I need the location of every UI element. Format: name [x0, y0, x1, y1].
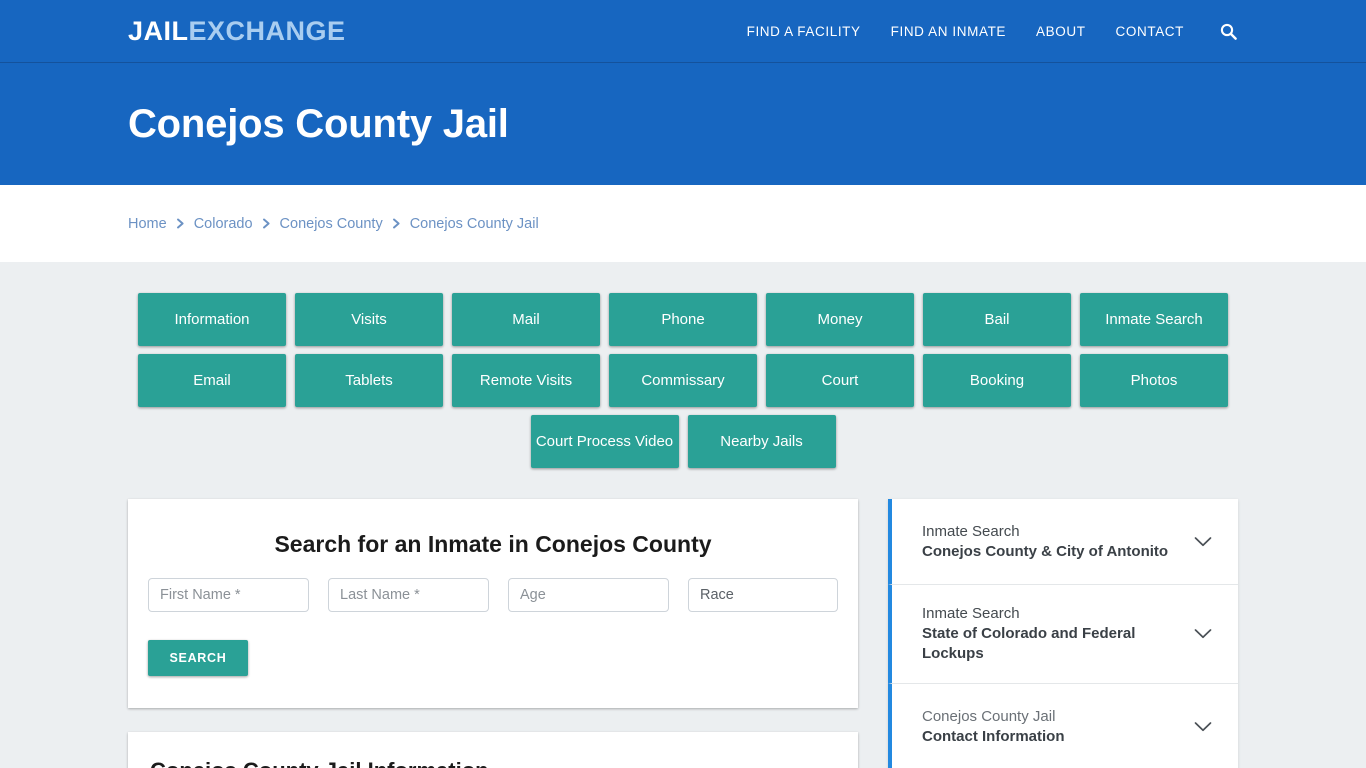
section-button-inmate-search[interactable]: Inmate Search	[1080, 293, 1228, 346]
jail-information-heading: Conejos County Jail Information	[150, 758, 836, 768]
nav-item-contact[interactable]: CONTACT	[1116, 24, 1184, 39]
inmate-search-submit-button[interactable]: SEARCH	[148, 640, 248, 676]
chevron-down-icon[interactable]	[1194, 536, 1212, 548]
inmate-search-card: Search for an Inmate in Conejos County R…	[128, 499, 858, 708]
section-button-phone[interactable]: Phone	[609, 293, 757, 346]
section-button-nearby-jails[interactable]: Nearby Jails	[687, 415, 836, 468]
breadcrumb-bar: Home Colorado Conejos County Conejos Cou…	[0, 185, 1366, 262]
accordion-item-inmate-search-state[interactable]: Inmate Search State of Colorado and Fede…	[888, 585, 1238, 684]
section-button-photos[interactable]: Photos	[1080, 354, 1228, 407]
accordion-item-line1: Inmate Search	[922, 522, 1020, 540]
breadcrumb: Home Colorado Conejos County Conejos Cou…	[128, 216, 539, 232]
content-columns: Search for an Inmate in Conejos County R…	[128, 499, 1238, 768]
facility-section-buttons: Information Visits Mail Phone Money Bail…	[128, 293, 1238, 468]
sidebar-accordion: Inmate Search Conejos County & City of A…	[888, 499, 1238, 768]
first-name-input[interactable]	[148, 578, 309, 612]
age-input[interactable]	[508, 578, 669, 612]
search-icon[interactable]	[1218, 21, 1238, 41]
section-button-visits[interactable]: Visits	[295, 293, 443, 346]
chevron-right-icon	[176, 218, 185, 229]
section-button-remote-visits[interactable]: Remote Visits	[452, 354, 600, 407]
site-logo[interactable]: JAILEXCHANGE	[128, 15, 346, 46]
section-button-bail[interactable]: Bail	[923, 293, 1071, 346]
page-banner: Conejos County Jail	[0, 63, 1366, 185]
nav-item-find-an-inmate[interactable]: FIND AN INMATE	[891, 24, 1006, 39]
breadcrumb-item-colorado[interactable]: Colorado	[194, 216, 253, 232]
accordion-item-line2: Contact Information	[922, 728, 1065, 745]
accordion-item-contact-information[interactable]: Conejos County Jail Contact Information	[888, 684, 1238, 768]
accordion-item-inmate-search-county[interactable]: Inmate Search Conejos County & City of A…	[888, 499, 1238, 585]
section-button-court-process-video[interactable]: Court Process Video	[530, 415, 679, 468]
section-button-booking[interactable]: Booking	[923, 354, 1071, 407]
race-select[interactable]: Race	[688, 578, 838, 612]
section-button-mail[interactable]: Mail	[452, 293, 600, 346]
breadcrumb-item-conejos-county-jail[interactable]: Conejos County Jail	[410, 216, 539, 232]
accordion-item-line2: Conejos County & City of Antonito	[922, 542, 1169, 560]
site-header: JAILEXCHANGE FIND A FACILITY FIND AN INM…	[0, 0, 1366, 63]
chevron-down-icon[interactable]	[1194, 721, 1212, 733]
breadcrumb-item-conejos-county[interactable]: Conejos County	[280, 216, 383, 232]
breadcrumb-item-home[interactable]: Home	[128, 216, 167, 232]
last-name-input[interactable]	[328, 578, 489, 612]
accordion-item-line1: Conejos County Jail	[922, 708, 1056, 725]
section-button-email[interactable]: Email	[138, 354, 286, 407]
accordion-item-line1: Inmate Search	[922, 605, 1020, 622]
section-button-tablets[interactable]: Tablets	[295, 354, 443, 407]
main-column: Search for an Inmate in Conejos County R…	[128, 499, 858, 768]
section-button-court[interactable]: Court	[766, 354, 914, 407]
inmate-search-fields: Race	[148, 578, 838, 612]
chevron-right-icon	[262, 218, 271, 229]
section-button-information[interactable]: Information	[138, 293, 286, 346]
page-title: Conejos County Jail	[128, 101, 509, 146]
sidebar-column: Inmate Search Conejos County & City of A…	[888, 499, 1238, 768]
jail-information-card: Conejos County Jail Information	[128, 732, 858, 768]
page-body: Information Visits Mail Phone Money Bail…	[0, 262, 1366, 768]
inmate-search-title: Search for an Inmate in Conejos County	[274, 531, 712, 557]
nav-item-about[interactable]: ABOUT	[1036, 24, 1086, 39]
main-navigation: FIND A FACILITY FIND AN INMATE ABOUT CON…	[747, 21, 1238, 41]
section-button-commissary[interactable]: Commissary	[609, 354, 757, 407]
logo-text-primary: JAIL	[128, 15, 189, 46]
section-button-money[interactable]: Money	[766, 293, 914, 346]
nav-item-find-a-facility[interactable]: FIND A FACILITY	[747, 24, 861, 39]
logo-text-secondary: EXCHANGE	[188, 15, 346, 46]
chevron-down-icon[interactable]	[1194, 628, 1212, 640]
accordion-item-line2: State of Colorado and Federal Lockups	[922, 625, 1136, 662]
chevron-right-icon	[392, 218, 401, 229]
